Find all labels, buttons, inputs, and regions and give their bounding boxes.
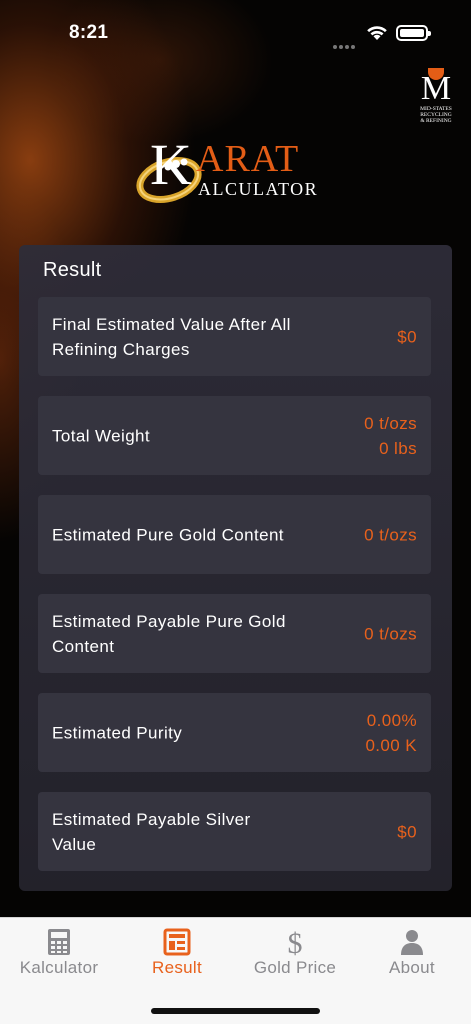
row-label: Estimated Purity — [52, 723, 183, 742]
row-value: 0 t/ozs 0 lbs — [364, 413, 417, 458]
row-label: Estimated Pure Gold Content — [52, 525, 284, 544]
tab-label: Result — [152, 958, 202, 977]
result-icon — [163, 928, 191, 956]
wifi-icon — [367, 26, 387, 40]
karat-kalculator-logo: K ARAT ALCULATOR — [136, 136, 336, 204]
tab-result[interactable]: Result — [118, 918, 236, 988]
cellular-signal-icon — [333, 36, 357, 54]
status-time: 8:21 — [69, 22, 109, 43]
row-value: 0 t/ozs — [364, 525, 417, 544]
status-bar: 8:21 — [0, 0, 471, 66]
result-row-final-value: Final Estimated Value After All Refining… — [38, 297, 431, 376]
row-value: 0.00% 0.00 K — [365, 710, 417, 755]
tab-about[interactable]: About — [353, 918, 471, 988]
row-value: $0 — [397, 822, 417, 841]
tab-label: Kalculator — [19, 958, 99, 977]
result-title: Result — [43, 259, 102, 281]
row-value: $0 — [397, 327, 417, 346]
row-label: Total Weight — [52, 426, 151, 445]
result-row-total-weight: Total Weight 0 t/ozs 0 lbs — [38, 396, 431, 475]
result-row-payable-pure-gold: Estimated Payable Pure Gold Content 0 t/… — [38, 594, 431, 673]
mid-states-logo: M MID-STATES RECYCLING & REFINING — [420, 68, 452, 124]
home-indicator — [151, 1008, 320, 1014]
row-value: 0 t/ozs — [364, 624, 417, 643]
tab-gold-price[interactable]: $ Gold Price — [236, 918, 354, 988]
tab-label: About — [389, 958, 435, 977]
result-row-pure-gold: Estimated Pure Gold Content 0 t/ozs — [38, 495, 431, 574]
battery-icon — [396, 25, 431, 41]
result-row-silver-value: Estimated Payable Silver Value $0 — [38, 792, 431, 871]
dollar-icon: $ — [288, 928, 303, 956]
tab-kalculator[interactable]: Kalculator — [0, 918, 118, 988]
row-label: Estimated Payable Silver Value — [52, 809, 251, 854]
svg-text:$: $ — [288, 928, 303, 956]
row-label: Estimated Payable Pure Gold Content — [52, 611, 286, 656]
result-card: Result Final Estimated Value After All R… — [19, 245, 452, 891]
calculator-icon — [48, 929, 70, 955]
row-label: Final Estimated Value After All Refining… — [52, 314, 291, 359]
tab-label: Gold Price — [253, 958, 337, 977]
person-icon — [401, 930, 423, 955]
result-row-purity: Estimated Purity 0.00% 0.00 K — [38, 693, 431, 772]
